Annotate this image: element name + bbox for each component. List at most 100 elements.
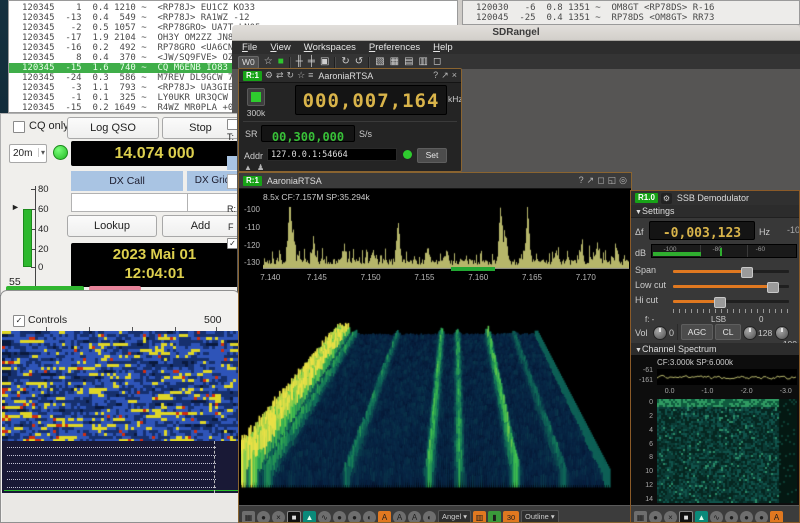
reference-level-icon[interactable]: ■ <box>287 511 301 523</box>
add-feature-icon[interactable]: ╪ <box>308 55 315 69</box>
dot-icon[interactable]: ● <box>257 511 270 523</box>
clear-icon[interactable]: × <box>272 511 285 523</box>
wg-waterfall-canvas[interactable] <box>2 331 240 441</box>
menu-item[interactable]: File <box>242 42 257 53</box>
dot-icon[interactable]: ● <box>740 511 753 523</box>
half-icon[interactable]: ◐ <box>423 511 436 523</box>
undock-icon[interactable]: ↗ <box>441 70 449 81</box>
spectrum-plot-canvas[interactable] <box>263 205 629 269</box>
menu-item[interactable]: Help <box>433 42 453 53</box>
menu-item[interactable]: Workspaces <box>304 42 356 53</box>
layout-icon[interactable]: ≡ <box>308 70 313 81</box>
close-icon[interactable]: × <box>452 70 457 81</box>
bars-icon[interactable]: ▥ <box>473 511 486 523</box>
gear-icon[interactable]: ⚙ <box>661 193 672 204</box>
sample-rate-dial[interactable]: 00,300,000 <box>261 125 355 142</box>
feature-presets-icon[interactable]: ☆ <box>264 55 273 69</box>
marker-icon[interactable]: ▲ <box>695 511 708 523</box>
decode-row[interactable]: 120345 -13 0.4 549 ~ <RP78J> RA1WZ -12 <box>9 13 457 23</box>
decode-row[interactable]: 120345 1 0.4 1210 ~ <RP78J> EU1CZ KO33 <box>9 3 457 13</box>
grid-icon[interactable]: ▦ <box>634 511 647 523</box>
decay-value[interactable]: 30 <box>503 511 519 523</box>
add-button[interactable]: Add <box>162 215 237 237</box>
agc-time-knob[interactable] <box>743 326 757 340</box>
agc-button[interactable]: AGC <box>681 324 713 340</box>
start-stop-button[interactable] <box>247 88 265 106</box>
clear-icon[interactable]: × <box>664 511 677 523</box>
menu-item[interactable]: View <box>270 42 290 53</box>
averaging-value-icon[interactable]: A <box>408 511 421 523</box>
channel-marker[interactable] <box>451 267 495 271</box>
fullscreen-icon[interactable]: ◱ <box>608 175 617 186</box>
sliver-checkbox[interactable] <box>227 119 237 130</box>
decode-row[interactable]: 120030 -6 0.8 1351 ~ OM8GT <RP78DS> R-16 <box>463 3 799 13</box>
tile-windows-icon[interactable]: ▦ <box>390 55 399 69</box>
help-icon[interactable]: ? <box>433 70 438 81</box>
stack-windows-icon[interactable]: ▤ <box>404 55 413 69</box>
star-icon[interactable]: ☆ <box>297 70 305 81</box>
dot-icon[interactable]: ● <box>755 511 768 523</box>
settings-section-header[interactable]: ▼Settings <box>631 205 799 218</box>
averaging-mode-icon[interactable]: A <box>393 511 406 523</box>
decode-row[interactable]: 120045 -25 0.4 1351 ~ RP78DS <OM8GT> RR7… <box>463 13 799 23</box>
swap-device-icon[interactable]: ⇄ <box>276 70 284 81</box>
workspace-config-icon[interactable]: ▣ <box>320 55 329 69</box>
undock-icon[interactable]: ↗ <box>587 175 595 186</box>
controls-checkbox[interactable]: ✓ <box>13 315 25 327</box>
wave-icon[interactable]: ∿ <box>318 511 331 523</box>
workspace-button[interactable]: W0 <box>238 56 259 69</box>
marker-icon[interactable]: ▲ <box>303 511 316 523</box>
dot-icon[interactable]: ● <box>333 511 346 523</box>
reload-device-icon[interactable]: ↻ <box>287 70 295 81</box>
vstack-windows-icon[interactable]: ▥ <box>419 55 428 69</box>
cq-only-checkbox[interactable] <box>13 121 25 133</box>
spectrogram-3d-canvas[interactable] <box>241 285 631 505</box>
dot-icon[interactable]: ● <box>348 511 361 523</box>
grid-icon[interactable]: ▦ <box>242 511 255 523</box>
help-icon[interactable]: ? <box>579 175 584 186</box>
sampling-active-icon[interactable]: ■ <box>278 55 284 69</box>
dot-icon[interactable]: ● <box>649 511 662 523</box>
stop-button[interactable]: Stop <box>162 117 237 139</box>
sdrangel-titlebar[interactable]: SDRangel <box>232 25 800 41</box>
span-slider[interactable] <box>673 270 789 273</box>
hi-cut-slider[interactable] <box>673 300 789 303</box>
dx-call-input[interactable] <box>71 193 189 212</box>
center-frequency-dial[interactable]: 000,007,164 <box>295 85 447 115</box>
band-select[interactable]: 20m ▾ <box>9 144 47 163</box>
style-select[interactable]: Outline ▾ <box>521 510 559 523</box>
agc-threshold-knob[interactable] <box>775 326 789 340</box>
half-icon[interactable]: ◐ <box>363 511 376 523</box>
reference-level-icon[interactable]: ■ <box>679 511 693 523</box>
wg-spectrum-area[interactable] <box>2 441 240 493</box>
addr-input[interactable] <box>267 148 397 161</box>
bar-icon[interactable]: ▮ <box>488 511 501 523</box>
device-titlebar[interactable]: R:1 ⚙ ⇄ ↻ ☆ ≡ AaroniaRTSA ? ↗ × <box>239 69 461 83</box>
position-icon[interactable]: ♟ <box>257 162 264 172</box>
up-triangle-icon[interactable]: ▲ <box>244 162 252 172</box>
dot-icon[interactable]: ● <box>725 511 738 523</box>
hide-icon[interactable]: ◎ <box>619 175 627 186</box>
rotate-b-icon[interactable]: ↺ <box>355 55 363 69</box>
ssb-titlebar[interactable]: R1.0 ⚙ SSB Demodulator <box>631 191 799 206</box>
wave-icon[interactable]: ∿ <box>710 511 723 523</box>
maximize-icon[interactable]: ◻ <box>597 175 604 186</box>
averaging-icon[interactable]: A <box>378 511 391 523</box>
add-device-icon[interactable]: ╫ <box>296 55 303 69</box>
set-address-button[interactable]: Set <box>417 148 447 163</box>
sliver-checked-checkbox[interactable]: ✓ <box>227 238 237 249</box>
cl-button[interactable]: CL <box>715 324 741 340</box>
averaging-icon[interactable]: A <box>770 511 783 523</box>
cascade-windows-icon[interactable]: ▧ <box>375 55 384 69</box>
sliver-input[interactable] <box>227 174 237 189</box>
maximize-window-icon[interactable]: ◻ <box>433 55 441 69</box>
menu-item[interactable]: Preferences <box>369 42 420 53</box>
spectrum-titlebar[interactable]: R:1 AaroniaRTSA ? ↗ ◻ ◱ ◎ <box>239 173 631 189</box>
volume-knob[interactable] <box>653 326 667 340</box>
rotate-a-icon[interactable]: ↻ <box>341 55 349 69</box>
gear-icon[interactable]: ⚙ <box>265 70 273 81</box>
frequency-display[interactable]: 14.074 000 <box>71 141 237 166</box>
delta-f-dial[interactable]: -0,003,123 <box>649 221 755 240</box>
colormap-select[interactable]: Angel ▾ <box>438 510 471 523</box>
log-qso-button[interactable]: Log QSO <box>67 117 159 139</box>
